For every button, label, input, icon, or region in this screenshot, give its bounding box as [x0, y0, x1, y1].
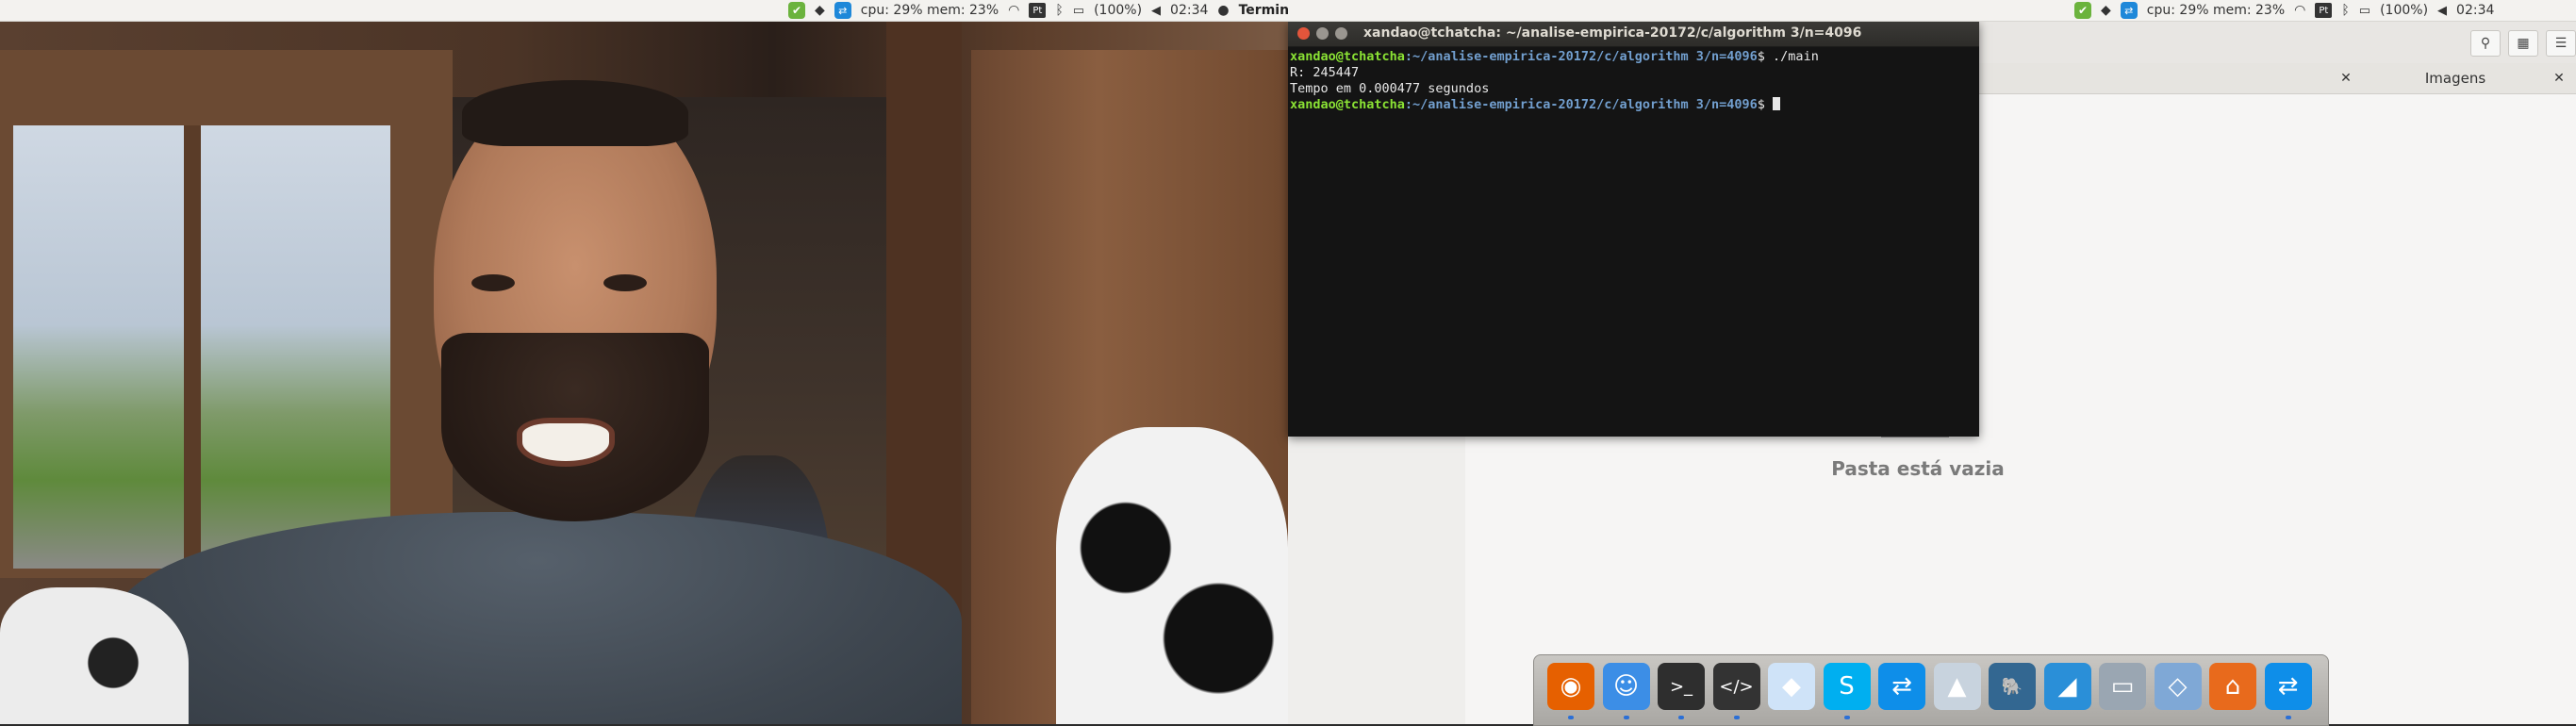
- tab-label: Imagens: [2424, 70, 2486, 87]
- view-toggle-button[interactable]: ▦: [2508, 30, 2538, 57]
- teamviewer-tray-icon[interactable]: ⇄: [2120, 2, 2138, 19]
- network-app-icon[interactable]: ⌂: [2209, 663, 2256, 710]
- video-window-view: [13, 125, 390, 569]
- terminal-output[interactable]: xandao@tchatcha:~/analise-empirica-20172…: [1288, 47, 1979, 437]
- dock-running-indicator: [1843, 716, 1850, 719]
- volume-icon[interactable]: ◀: [2437, 2, 2447, 19]
- empty-folder-message: Pasta está vazia: [1831, 457, 2005, 480]
- clock[interactable]: 02:34: [1170, 3, 1208, 18]
- terminal-line: R: 245447: [1290, 65, 1360, 80]
- dock-running-indicator: [1678, 716, 1684, 719]
- prompt-command: $: [1757, 97, 1774, 112]
- firefox-icon[interactable]: ◉: [1547, 663, 1594, 710]
- cpu-mem-indicator[interactable]: cpu: 29% mem: 23%: [861, 3, 999, 18]
- dock: ◉ ☺ >_ </> ◆ S ⇄ ▲ 🐘 ◢ ▭ ◇ ⌂ ⇄: [1533, 654, 2329, 726]
- tab-imagens[interactable]: Imagens: [2361, 63, 2550, 93]
- top-menu-bar-right: ✔ ◆ ⇄ cpu: 29% mem: 23% ◠ Pt ᛒ ▭ (100%) …: [1288, 0, 2576, 22]
- dropbox-icon[interactable]: ◆: [1768, 663, 1815, 710]
- scanner-icon[interactable]: ▭: [2099, 663, 2146, 710]
- matlab-icon[interactable]: ▲: [1933, 663, 1981, 710]
- terminal-titlebar[interactable]: xandao@tchatcha: ~/analise-empirica-2017…: [1288, 22, 1979, 47]
- window-close-button[interactable]: [1297, 27, 1310, 40]
- dock-running-indicator: [1623, 716, 1629, 719]
- prompt-path: :~/analise-empirica-20172/c/algorithm 3/…: [1404, 97, 1758, 112]
- battery-percent[interactable]: (100%): [1094, 3, 1142, 18]
- menu-button[interactable]: ☰: [2546, 30, 2576, 57]
- prompt-command: $ ./main: [1757, 49, 1819, 64]
- tab-close-button[interactable]: ✕: [2337, 69, 2355, 88]
- video-person-eye-left: [471, 274, 515, 291]
- tab-close-button[interactable]: ✕: [2550, 69, 2568, 88]
- virtualbox-icon[interactable]: ◇: [2154, 663, 2202, 710]
- keyboard-layout-indicator[interactable]: Pt: [1029, 3, 1047, 18]
- search-icon: ⚲: [2480, 36, 2491, 51]
- keyboard-layout-indicator[interactable]: Pt: [2315, 3, 2333, 18]
- system-tray-right: ✔ ◆ ⇄ cpu: 29% mem: 23% ◠ Pt ᛒ ▭ (100%) …: [2074, 0, 2494, 21]
- wifi-icon[interactable]: ◠: [2294, 2, 2305, 19]
- battery-percent[interactable]: (100%): [2380, 3, 2428, 18]
- battery-icon[interactable]: ▭: [2359, 2, 2370, 19]
- terminal-line: xandao@tchatcha:~/analise-empirica-20172…: [1290, 97, 1977, 113]
- prompt-user: xandao@tchatcha: [1290, 49, 1405, 64]
- dock-running-indicator: [1568, 716, 1574, 719]
- webcam-video: [0, 22, 1288, 724]
- window-maximize-button[interactable]: [1335, 27, 1347, 40]
- cpu-mem-indicator[interactable]: cpu: 29% mem: 23%: [2147, 3, 2285, 18]
- dropbox-tray-icon[interactable]: ◆: [815, 2, 825, 19]
- prompt-path: :~/analise-empirica-20172/c/algorithm 3/…: [1404, 49, 1758, 64]
- terminal-line: Tempo em 0.000477 segundos: [1290, 81, 1490, 96]
- video-cow-plush: [1056, 427, 1288, 724]
- top-menu-bar-left: ✔ ◆ ⇄ cpu: 29% mem: 23% ◠ Pt ᛒ ▭ (100%) …: [0, 0, 1302, 22]
- terminal-cursor: [1773, 97, 1781, 110]
- battery-icon[interactable]: ▭: [1073, 2, 1084, 19]
- dock-running-indicator: [1733, 716, 1740, 719]
- clock[interactable]: 02:34: [2456, 3, 2494, 18]
- apple-menu-icon[interactable]: ●: [1217, 2, 1229, 19]
- search-button[interactable]: ⚲: [2470, 30, 2501, 57]
- bluetooth-icon[interactable]: ᛒ: [2341, 2, 2349, 19]
- teamviewer-icon[interactable]: ⇄: [1878, 663, 1925, 710]
- bluetooth-icon[interactable]: ᛒ: [1055, 2, 1063, 19]
- terminal-window[interactable]: xandao@tchatcha: ~/analise-empirica-2017…: [1288, 22, 1979, 437]
- video-person-shirt: [113, 512, 962, 724]
- video-window-mullion: [184, 125, 201, 569]
- finder-icon[interactable]: ☺: [1602, 663, 1650, 710]
- window-minimize-button[interactable]: [1316, 27, 1329, 40]
- terminal-title: xandao@tchatcha: ~/analise-empirica-2017…: [1363, 25, 1862, 41]
- video-person-mouth: [517, 418, 615, 467]
- update-icon[interactable]: ✔: [2074, 2, 2091, 19]
- teamviewer-tray-icon[interactable]: ⇄: [834, 2, 851, 19]
- mysql-workbench-icon[interactable]: ◢: [2043, 663, 2091, 710]
- wifi-icon[interactable]: ◠: [1008, 2, 1019, 19]
- terminal-line: xandao@tchatcha:~/analise-empirica-20172…: [1290, 49, 1977, 65]
- terminal-icon[interactable]: >_: [1658, 663, 1705, 710]
- hamburger-icon: ☰: [2554, 36, 2568, 51]
- video-person-eye-right: [603, 274, 647, 291]
- volume-icon[interactable]: ◀: [1151, 2, 1161, 19]
- prompt-user: xandao@tchatcha: [1290, 97, 1405, 112]
- dock-running-indicator: [2285, 716, 2291, 719]
- teamviewer-2-icon[interactable]: ⇄: [2264, 663, 2312, 710]
- system-tray-left: ✔ ◆ ⇄ cpu: 29% mem: 23% ◠ Pt ᛒ ▭ (100%) …: [788, 0, 1302, 21]
- skype-icon[interactable]: S: [1823, 663, 1871, 710]
- grid-icon: ▦: [2517, 36, 2530, 51]
- postgresql-icon[interactable]: 🐘: [1989, 663, 2036, 710]
- dropbox-tray-icon[interactable]: ◆: [2101, 2, 2111, 19]
- update-icon[interactable]: ✔: [788, 2, 805, 19]
- video-person-hair: [462, 80, 688, 146]
- code-editor-icon[interactable]: </>: [1712, 663, 1760, 710]
